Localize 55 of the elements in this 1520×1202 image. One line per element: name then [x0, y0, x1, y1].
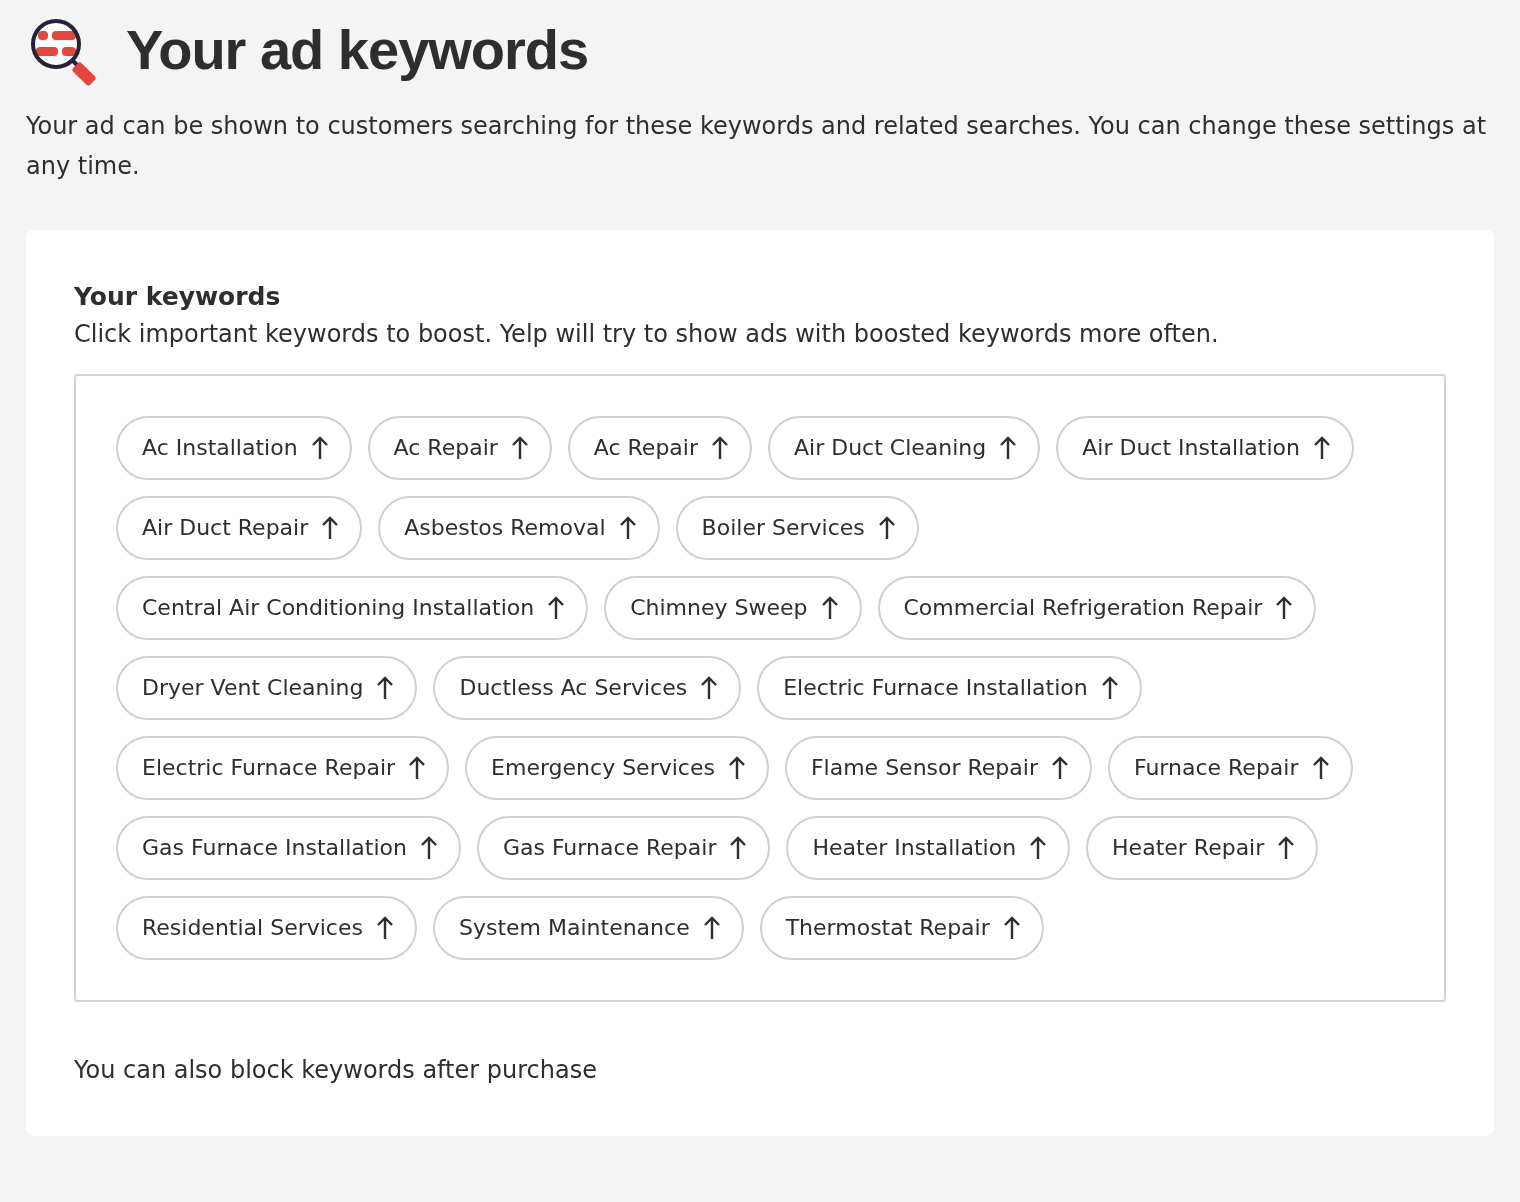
- keyword-chip[interactable]: Ac Repair: [567, 415, 752, 480]
- keyword-chip[interactable]: Heater Installation: [786, 815, 1071, 880]
- arrow-up-icon: [511, 435, 528, 460]
- keyword-chip[interactable]: Heater Repair: [1086, 815, 1319, 880]
- arrow-up-icon: [377, 675, 394, 700]
- section-heading: Your keywords: [74, 281, 282, 313]
- arrow-up-icon: [409, 755, 426, 780]
- keyword-chip[interactable]: Electric Furnace Repair: [116, 735, 450, 800]
- keyword-chip[interactable]: Thermostat Repair: [759, 895, 1044, 960]
- arrow-up-icon: [1276, 595, 1293, 620]
- arrow-up-icon: [1003, 915, 1020, 940]
- arrow-up-icon: [730, 835, 747, 860]
- footer-note: You can also block keywords after purchase: [74, 1054, 598, 1086]
- arrow-up-icon: [1101, 675, 1118, 700]
- arrow-up-icon: [322, 515, 339, 540]
- keyword-chip[interactable]: Flame Sensor Repair: [784, 735, 1092, 800]
- section-instruction: Click important keywords to boost. Yelp will try to show ads with boosted keywords more often.: [74, 318, 1220, 350]
- keyword-chip[interactable]: Air Duct Repair: [116, 495, 363, 560]
- keyword-chip[interactable]: Boiler Services: [675, 495, 919, 560]
- arrow-up-icon: [1051, 755, 1068, 780]
- keyword-chip[interactable]: Ac Installation: [116, 415, 352, 480]
- arrow-up-icon: [1030, 835, 1047, 860]
- keyword-chip[interactable]: System Maintenance: [432, 895, 744, 960]
- arrow-up-icon: [548, 595, 565, 620]
- keyword-chip[interactable]: Dryer Vent Cleaning: [116, 655, 418, 720]
- arrow-up-icon: [701, 675, 718, 700]
- keyword-chip[interactable]: Ductless Ac Services: [433, 655, 742, 720]
- arrow-up-icon: [728, 755, 745, 780]
- keyword-chip[interactable]: Air Duct Cleaning: [768, 415, 1041, 480]
- keyword-chip[interactable]: Furnace Repair: [1107, 735, 1353, 800]
- arrow-up-icon: [878, 515, 895, 540]
- arrow-up-icon: [420, 835, 437, 860]
- arrow-up-icon: [311, 435, 328, 460]
- arrow-up-icon: [821, 595, 838, 620]
- keyword-chip[interactable]: Air Duct Installation: [1056, 415, 1354, 480]
- arrow-up-icon: [1312, 755, 1329, 780]
- arrow-up-icon: [703, 915, 720, 940]
- page-title: Your ad keywords: [126, 17, 589, 84]
- arrow-up-icon: [1278, 835, 1295, 860]
- page-description: Your ad can be shown to customers searching for these keywords and related searches. You can change these settings at any time.: [26, 111, 1488, 182]
- arrow-up-icon: [1000, 435, 1017, 460]
- keyword-chip[interactable]: Gas Furnace Repair: [476, 815, 771, 880]
- keyword-chip[interactable]: Emergency Services: [465, 735, 769, 800]
- keyword-chip[interactable]: Central Air Conditioning Installation: [116, 575, 589, 640]
- keyword-chip[interactable]: Gas Furnace Installation: [116, 815, 461, 880]
- arrow-up-icon: [1313, 435, 1330, 460]
- keyword-chip[interactable]: Electric Furnace Installation: [757, 655, 1142, 720]
- keyword-chip[interactable]: Residential Services: [116, 895, 417, 960]
- keyword-chip[interactable]: Asbestos Removal: [378, 495, 660, 560]
- keyword-chip[interactable]: Commercial Refrigeration Repair: [877, 575, 1317, 640]
- arrow-up-icon: [712, 435, 728, 460]
- keyword-chip[interactable]: Ac Repair: [367, 415, 552, 480]
- arrow-up-icon: [619, 515, 636, 540]
- arrow-up-icon: [376, 915, 393, 940]
- keyword-chip[interactable]: Chimney Sweep: [604, 575, 862, 640]
